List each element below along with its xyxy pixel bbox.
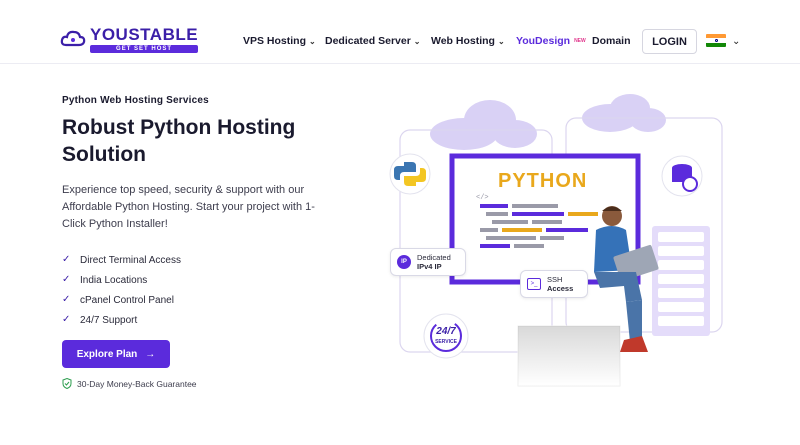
nav-vps-hosting[interactable]: VPS Hosting ⌄ [243, 35, 316, 47]
ip-badge-line1: Dedicated [417, 253, 451, 262]
nav-label: VPS Hosting [243, 35, 307, 47]
ip-pin-icon: IP [397, 255, 411, 269]
hero-eyebrow: Python Web Hosting Services [62, 95, 209, 106]
ssh-badge-line2: Access [547, 284, 574, 293]
chevron-down-icon: ⌄ [497, 36, 505, 46]
feature-label: India Locations [80, 274, 148, 286]
chevron-down-icon[interactable]: ⌄ [732, 36, 740, 47]
nav-label: Web Hosting [431, 35, 495, 47]
nav-web-hosting[interactable]: Web Hosting ⌄ [431, 35, 505, 47]
check-icon: ✓ [62, 314, 71, 325]
money-back-guarantee: 30-Day Money-Back Guarantee [62, 378, 197, 389]
support-badge-line2: SERVICE [435, 339, 457, 345]
list-item: ✓ Direct Terminal Access [62, 250, 181, 270]
guarantee-text: 30-Day Money-Back Guarantee [77, 378, 197, 389]
illustration-canvas [389, 94, 723, 387]
feature-list: ✓ Direct Terminal Access ✓ India Locations… [62, 250, 181, 330]
logo-name: YOUSTABLE [90, 25, 199, 44]
nav-label: Dedicated Server [325, 35, 411, 47]
dedicated-ip-badge: IP Dedicated IPv4 IP [390, 248, 466, 276]
check-icon: ✓ [62, 294, 71, 305]
shield-check-icon [62, 378, 72, 389]
feature-label: cPanel Control Panel [80, 294, 174, 306]
explore-plan-button[interactable]: Explore Plan → [62, 340, 170, 368]
code-tag: </> [476, 194, 489, 202]
check-icon: ✓ [62, 254, 71, 265]
login-button[interactable]: LOGIN [642, 29, 697, 54]
list-item: ✓ 24/7 Support [62, 310, 181, 330]
feature-label: Direct Terminal Access [80, 254, 181, 266]
youstable-logo[interactable]: YOUSTABLE GET SET HOST [60, 25, 199, 53]
support-24-7-badge: 24/7 SERVICE [428, 326, 464, 346]
page-title: Robust Python Hosting Solution [62, 116, 296, 166]
nav-youdesign[interactable]: YouDesign NEW [516, 35, 586, 47]
terminal-icon: >_ [527, 278, 541, 290]
nav-label: Domain [592, 35, 631, 47]
nav-dedicated-server[interactable]: Dedicated Server ⌄ [325, 35, 421, 47]
list-item: ✓ India Locations [62, 270, 181, 290]
india-flag-icon[interactable] [706, 34, 726, 47]
cloud-icon [430, 94, 666, 150]
chevron-down-icon: ⌄ [413, 36, 421, 46]
ssh-access-badge: >_ SSH Access [520, 270, 588, 298]
chevron-down-icon: ⌄ [309, 36, 316, 46]
support-badge-line1: 24/7 [436, 326, 456, 337]
nav-domain[interactable]: Domain [592, 35, 631, 47]
arrow-right-icon: → [145, 348, 156, 360]
ssh-badge-line1: SSH [547, 275, 563, 284]
site-header: YOUSTABLE GET SET HOST VPS Hosting ⌄ Ded… [0, 0, 800, 64]
hero-description: Experience top speed, security & support… [62, 184, 315, 230]
ip-badge-line2: IPv4 IP [417, 262, 442, 271]
cloud-headset-icon [60, 30, 86, 46]
nav-label: YouDesign [516, 35, 571, 47]
button-label: Explore Plan [76, 348, 138, 360]
new-badge: NEW [574, 38, 586, 44]
feature-label: 24/7 Support [80, 314, 138, 326]
screen-title: PYTHON [498, 170, 588, 192]
logo-tagline: GET SET HOST [90, 45, 199, 53]
list-item: ✓ cPanel Control Panel [62, 290, 181, 310]
check-icon: ✓ [62, 274, 71, 285]
python-hosting-illustration: PYTHON </> IP Dedicated IPv4 IP >_ SSH A… [380, 90, 740, 400]
